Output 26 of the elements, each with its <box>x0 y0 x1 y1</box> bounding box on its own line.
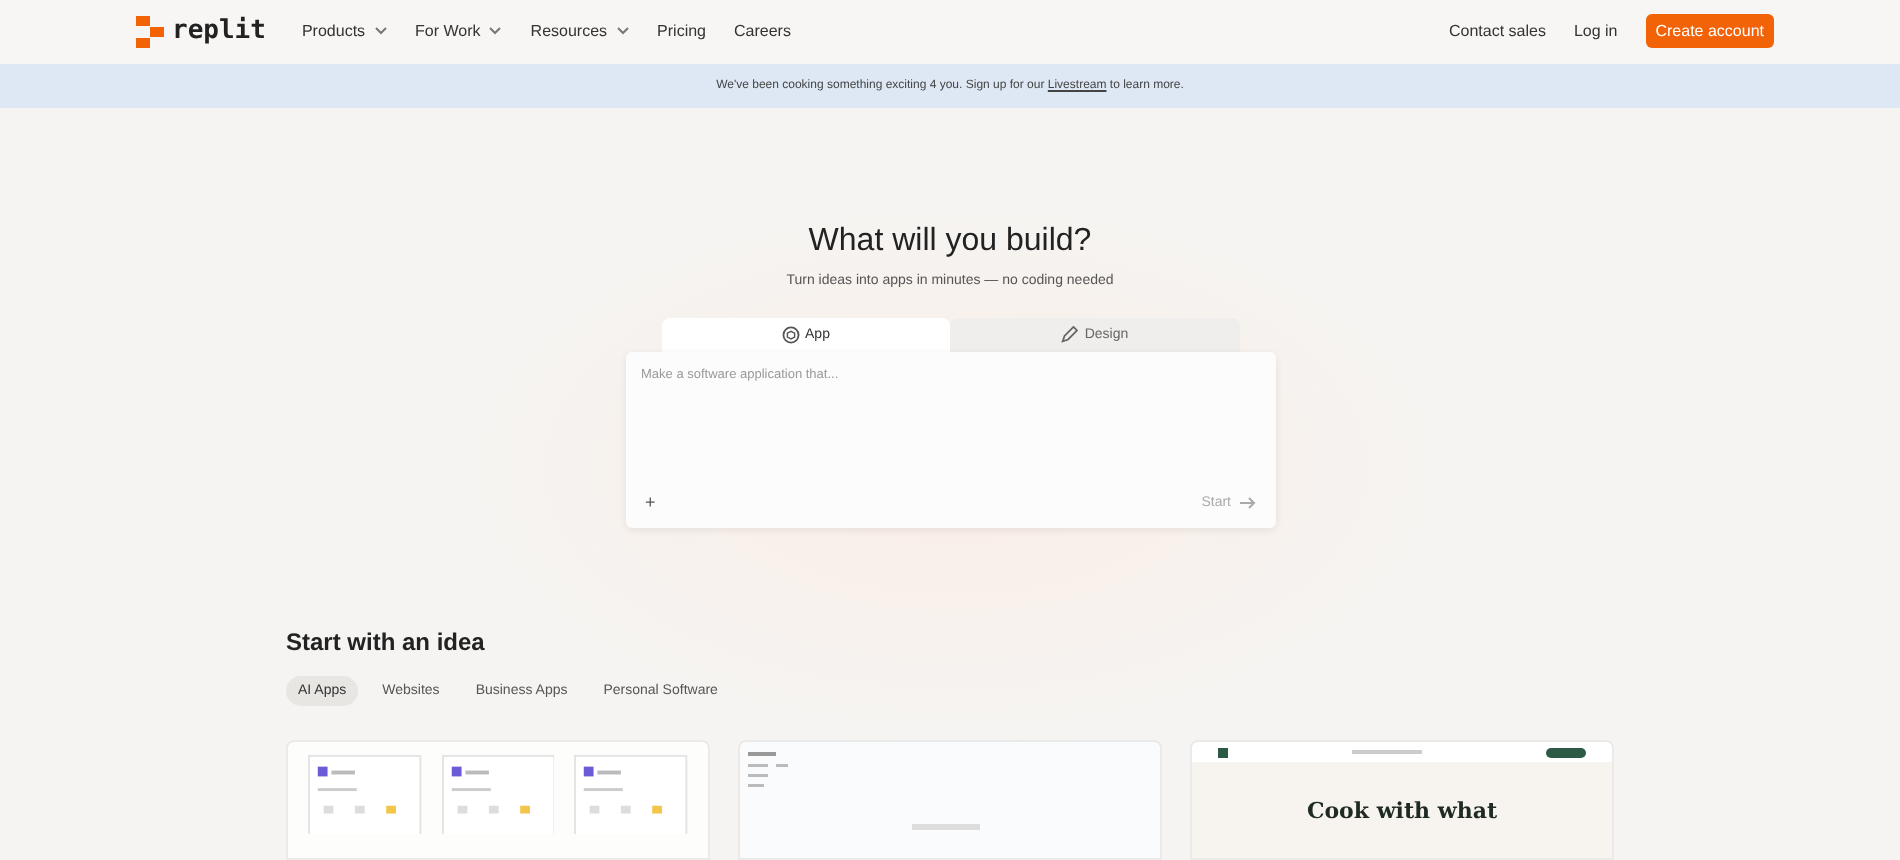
nav-link[interactable]: For Work <box>415 22 503 41</box>
app-screen-drawing <box>441 754 555 834</box>
hero-title: What will you build? <box>808 224 1092 260</box>
idea-card[interactable]: Cook with what <box>1190 740 1614 860</box>
app-screen-drawing <box>574 754 689 834</box>
nav-link[interactable]: Resources <box>530 22 630 41</box>
nav-link[interactable]: Pricing <box>657 22 706 41</box>
brand-name[interactable]: replit <box>172 16 266 47</box>
chevron-icon <box>373 26 388 37</box>
recipe-heading: Cook with what <box>1306 798 1498 824</box>
idea-card[interactable] <box>738 740 1162 860</box>
idea-card[interactable] <box>286 740 710 860</box>
nav-link[interactable]: Log in <box>1573 22 1618 41</box>
nav-link[interactable]: Careers <box>734 22 791 41</box>
logo-icon <box>136 15 164 48</box>
nav-link[interactable]: Contact sales <box>1448 22 1546 41</box>
form-drawing <box>748 752 788 788</box>
section-title: Start with an idea <box>286 628 487 656</box>
cube-icon <box>781 326 800 344</box>
pencil-icon <box>1060 326 1079 344</box>
chevron-icon <box>488 26 503 37</box>
app-screen-drawing <box>308 754 422 834</box>
attach-button[interactable]: + <box>645 492 656 512</box>
chevron-icon <box>615 26 630 37</box>
nav-link[interactable]: Products <box>301 22 388 41</box>
arrow-icon <box>1239 495 1255 509</box>
